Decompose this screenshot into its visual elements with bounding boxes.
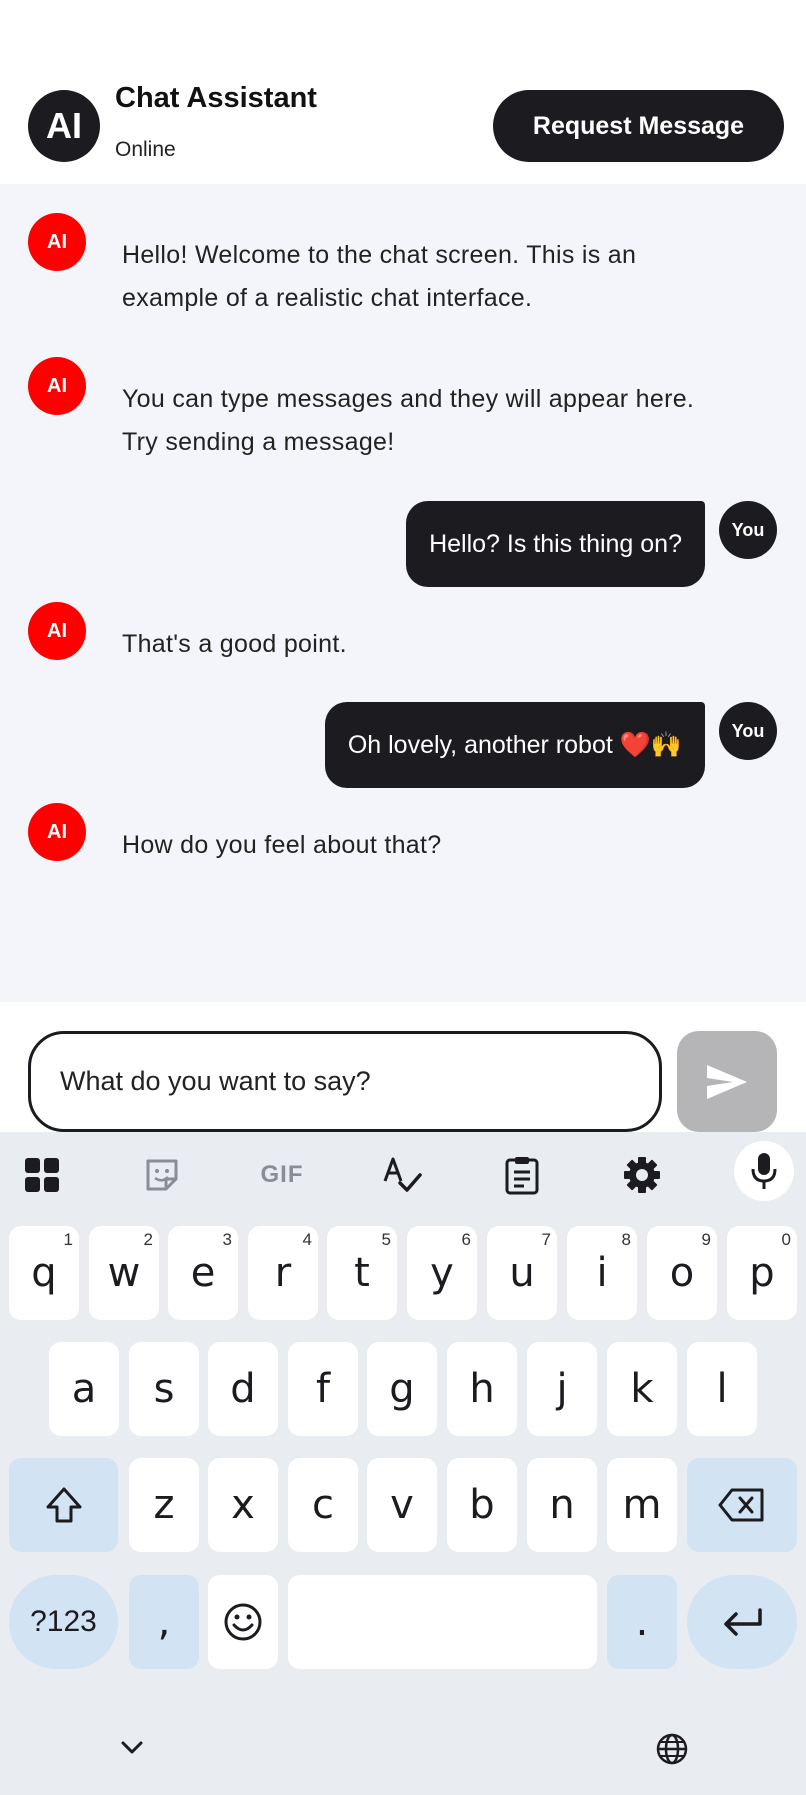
key-hint: 4 [302,1230,312,1249]
shift-icon [46,1487,81,1523]
key-u[interactable]: u7 [487,1226,557,1320]
composer: What do you want to say? [0,1002,806,1132]
key-hint: 3 [222,1230,232,1249]
ai-message: How do you feel about that? [122,824,441,867]
assistant-avatar: AI [28,90,100,162]
key-label: p [749,1250,775,1296]
key-c[interactable]: c [288,1458,358,1552]
key-e[interactable]: e3 [168,1226,238,1320]
key-z[interactable]: z [129,1458,199,1552]
microphone-icon[interactable] [734,1141,794,1201]
key-a[interactable]: a [49,1342,119,1436]
key-label: u [509,1250,535,1296]
apps-grid-icon[interactable] [12,1145,72,1205]
message-line: That's a good point. [122,630,347,658]
chat-header: AI Chat Assistant Online Request Message [0,0,806,184]
key-m[interactable]: m [607,1458,677,1552]
message-line: Hello! Welcome to the chat screen. This … [122,241,637,269]
comma-key[interactable]: , [129,1575,199,1669]
key-label: w [107,1250,141,1296]
key-label: t [354,1250,370,1296]
key-label: r [274,1250,292,1296]
key-hint: 6 [461,1230,471,1249]
key-hint: 8 [621,1230,631,1249]
key-y[interactable]: y6 [407,1226,477,1320]
key-g[interactable]: g [367,1342,437,1436]
ai-avatar: AI [28,213,86,271]
shift-key[interactable] [9,1458,118,1552]
key-hint: 2 [143,1230,153,1249]
message-line: example of a realistic chat interface. [122,284,533,312]
ai-message: That's a good point. [122,623,347,666]
key-label: i [596,1250,608,1296]
key-t[interactable]: t5 [327,1226,397,1320]
key-o[interactable]: o9 [647,1226,717,1320]
ai-avatar: AI [28,803,86,861]
message-line: How do you feel about that? [122,831,442,859]
backspace-key[interactable] [687,1458,797,1552]
sticker-icon[interactable] [132,1145,192,1205]
key-hint: 9 [701,1230,711,1249]
message-line: You can type messages and they will appe… [122,385,695,413]
chat-title: Chat Assistant [115,82,317,114]
send-button[interactable] [677,1031,777,1132]
key-f[interactable]: f [288,1342,358,1436]
enter-icon [724,1608,762,1636]
clipboard-icon[interactable] [492,1145,552,1205]
user-avatar: You [719,501,777,559]
key-q[interactable]: q1 [9,1226,79,1320]
enter-key[interactable] [687,1575,797,1669]
key-label: e [190,1250,216,1296]
status-text: Online [115,138,176,161]
emoji-icon [224,1603,262,1641]
key-n[interactable]: n [527,1458,597,1552]
ai-message: You can type messages and they will appe… [122,378,694,464]
key-label: y [430,1250,454,1296]
settings-gear-icon[interactable] [612,1145,672,1205]
period-key[interactable]: . [607,1575,677,1669]
gif-icon[interactable]: GIF [252,1145,312,1205]
ai-avatar: AI [28,357,86,415]
key-l[interactable]: l [687,1342,757,1436]
key-label: o [669,1250,695,1296]
send-icon [707,1064,747,1099]
user-message-bubble: Oh lovely, another robot ❤️🙌 [324,702,705,788]
key-s[interactable]: s [129,1342,199,1436]
key-j[interactable]: j [527,1342,597,1436]
key-label: q [31,1250,57,1296]
key-b[interactable]: b [447,1458,517,1552]
request-message-button[interactable]: Request Message [493,90,784,162]
backspace-icon [718,1488,764,1522]
language-globe-icon[interactable] [655,1732,689,1771]
space-key[interactable] [288,1575,597,1669]
key-hint: 1 [63,1230,73,1249]
message-input[interactable]: What do you want to say? [28,1031,662,1132]
key-k[interactable]: k [607,1342,677,1436]
key-h[interactable]: h [447,1342,517,1436]
hide-keyboard-chevron-icon[interactable] [120,1740,144,1761]
message-list[interactable]: AI Hello! Welcome to the chat screen. Th… [0,184,806,1002]
key-hint: 0 [781,1230,791,1249]
key-p[interactable]: p0 [727,1226,797,1320]
symbols-key[interactable]: ?123 [9,1575,118,1669]
user-message-bubble: Hello? Is this thing on? [406,501,705,587]
key-hint: 5 [381,1230,391,1249]
message-line: Try sending a message! [122,428,395,456]
soft-keyboard: GIF q1 w2 e3 r4 t5 y6 u7 i8 o 9 p 0 a s … [0,1132,806,1795]
key-d[interactable]: d [208,1342,278,1436]
key-i[interactable]: i8 [567,1226,637,1320]
spellcheck-icon[interactable] [372,1145,432,1205]
ai-message: Hello! Welcome to the chat screen. This … [122,234,636,320]
key-x[interactable]: x [208,1458,278,1552]
emoji-key[interactable] [208,1575,278,1669]
key-v[interactable]: v [367,1458,437,1552]
key-hint: 7 [541,1230,551,1249]
key-w[interactable]: w2 [89,1226,159,1320]
key-r[interactable]: r4 [248,1226,318,1320]
user-avatar: You [719,702,777,760]
ai-avatar: AI [28,602,86,660]
